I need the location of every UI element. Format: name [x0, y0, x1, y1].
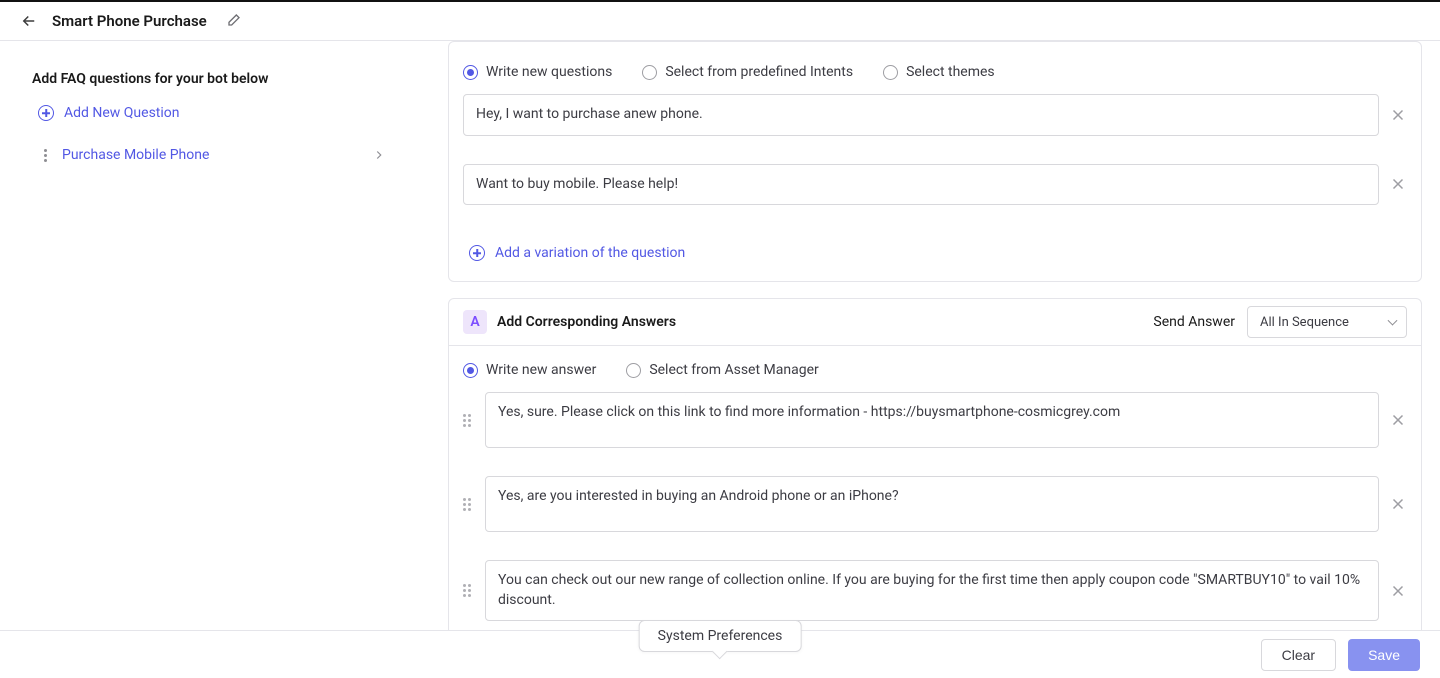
radio-label: Write new answer — [486, 362, 596, 378]
radio-label: Select from Asset Manager — [649, 362, 818, 378]
remove-answer-icon[interactable] — [1389, 495, 1407, 513]
content-scroll-area[interactable]: Write new questions Select from predefin… — [420, 41, 1440, 630]
radio-predefined-intents[interactable]: Select from predefined Intents — [642, 64, 853, 80]
question-input-row: Want to buy mobile. Please help! — [449, 164, 1421, 220]
page-header: Smart Phone Purchase — [0, 2, 1440, 41]
drag-handle-icon[interactable] — [463, 414, 475, 427]
question-mode-radios: Write new questions Select from predefin… — [449, 48, 1421, 94]
drag-handle-icon[interactable] — [463, 584, 475, 597]
question-input-row: Hey, I want to purchase anew phone. — [449, 94, 1421, 150]
remove-answer-icon[interactable] — [1389, 582, 1407, 600]
answer-input-row: Yes, sure. Please click on this link to … — [449, 392, 1421, 462]
questions-card: Write new questions Select from predefin… — [448, 41, 1422, 282]
drag-handle-icon[interactable] — [463, 498, 475, 511]
drag-dots-icon[interactable] — [38, 149, 52, 162]
radio-label: Write new questions — [486, 64, 612, 80]
sidebar-question-item[interactable]: Purchase Mobile Phone — [32, 137, 392, 173]
radio-icon — [626, 363, 641, 378]
radio-icon — [463, 65, 478, 80]
edit-title-icon[interactable] — [225, 13, 241, 29]
radio-asset-manager[interactable]: Select from Asset Manager — [626, 362, 818, 378]
radio-select-themes[interactable]: Select themes — [883, 64, 995, 80]
back-arrow-icon[interactable] — [20, 12, 38, 30]
answer-mode-radios: Write new answer Select from Asset Manag… — [449, 346, 1421, 392]
radio-label: Select from predefined Intents — [665, 64, 853, 80]
answers-card-header: A Add Corresponding Answers Send Answer … — [449, 299, 1421, 346]
plus-circle-icon — [469, 245, 485, 261]
main-area: Add FAQ questions for your bot below Add… — [0, 41, 1440, 630]
answers-badge: A — [463, 310, 487, 334]
radio-label: Select themes — [906, 64, 995, 80]
remove-question-icon[interactable] — [1389, 106, 1407, 124]
sidebar-heading: Add FAQ questions for your bot below — [32, 71, 392, 87]
answer-input[interactable]: Yes, are you interested in buying an And… — [485, 476, 1379, 532]
clear-button[interactable]: Clear — [1261, 639, 1336, 671]
answers-card: A Add Corresponding Answers Send Answer … — [448, 298, 1422, 630]
page-title: Smart Phone Purchase — [52, 12, 207, 30]
chevron-right-icon — [372, 148, 386, 162]
add-variation-button[interactable]: Add a variation of the question — [449, 239, 1421, 281]
question-input[interactable]: Want to buy mobile. Please help! — [463, 164, 1379, 206]
answer-input[interactable]: Yes, sure. Please click on this link to … — [485, 392, 1379, 448]
radio-icon — [463, 363, 478, 378]
answer-input-row: Yes, are you interested in buying an And… — [449, 476, 1421, 546]
faq-sidebar: Add FAQ questions for your bot below Add… — [0, 41, 420, 630]
answer-input-row: You can check out our new range of colle… — [449, 560, 1421, 630]
system-preferences-tooltip: System Preferences — [639, 620, 802, 652]
add-variation-label: Add a variation of the question — [495, 245, 685, 261]
add-new-question-button[interactable]: Add New Question — [32, 105, 392, 121]
radio-icon — [642, 65, 657, 80]
remove-question-icon[interactable] — [1389, 175, 1407, 193]
add-new-question-label: Add New Question — [64, 105, 180, 121]
question-input[interactable]: Hey, I want to purchase anew phone. — [463, 94, 1379, 136]
send-answer-selected-value: All In Sequence — [1260, 315, 1349, 330]
remove-answer-icon[interactable] — [1389, 411, 1407, 429]
send-answer-group: Send Answer All In Sequence — [1153, 306, 1407, 338]
sidebar-question-label: Purchase Mobile Phone — [62, 147, 209, 163]
send-answer-select[interactable]: All In Sequence — [1247, 306, 1407, 338]
answers-section-title: Add Corresponding Answers — [497, 314, 676, 330]
send-answer-label: Send Answer — [1153, 314, 1235, 330]
radio-write-new-questions[interactable]: Write new questions — [463, 64, 612, 80]
save-button[interactable]: Save — [1348, 639, 1420, 671]
radio-write-new-answer[interactable]: Write new answer — [463, 362, 596, 378]
answer-input[interactable]: You can check out our new range of colle… — [485, 560, 1379, 621]
plus-circle-icon — [38, 105, 54, 121]
radio-icon — [883, 65, 898, 80]
